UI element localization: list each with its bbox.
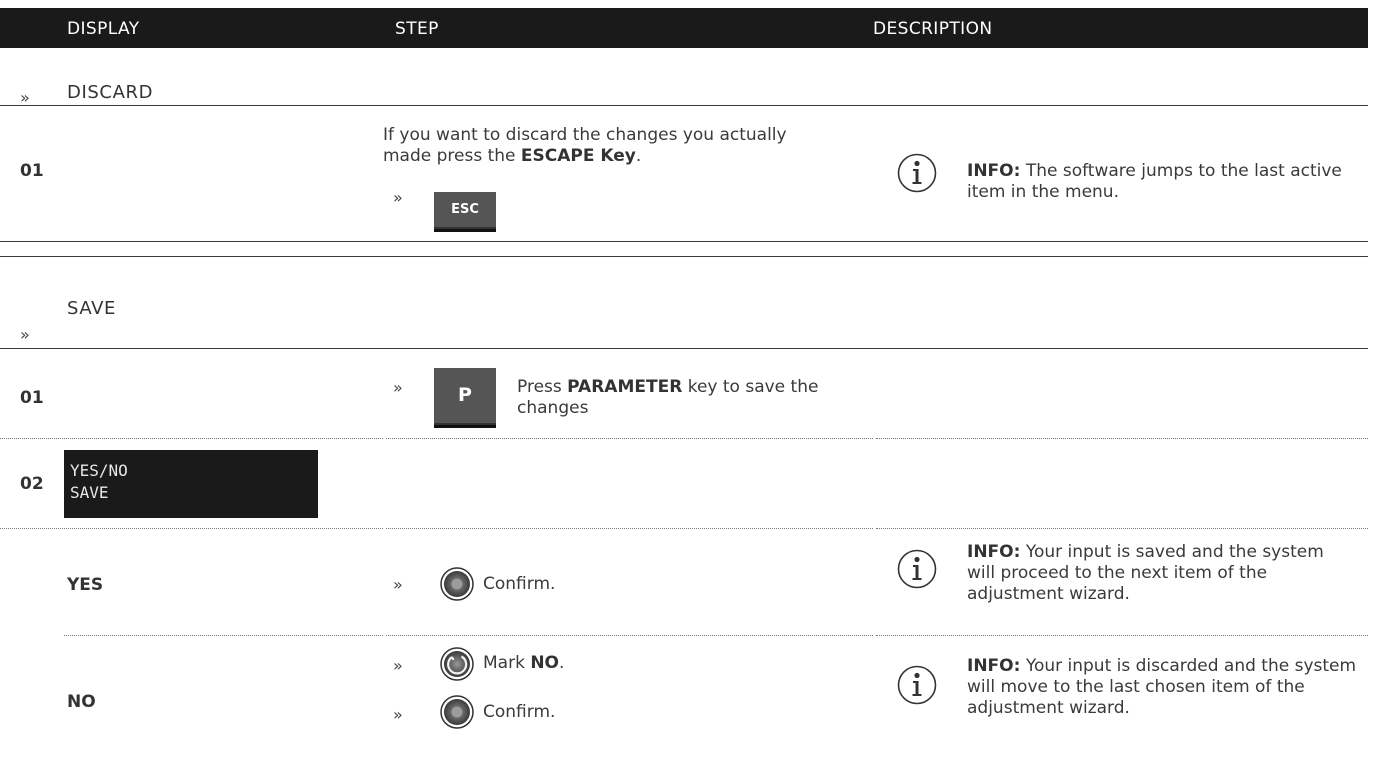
section-title-discard: DISCARD [67,82,154,103]
esc-key-icon: ESC [434,192,496,232]
divider [0,105,1368,106]
row-divider [876,528,1368,529]
lcd-line: YES/NO [70,461,128,480]
info-icon [897,665,937,705]
row-divider [0,438,383,439]
divider [0,256,1368,257]
lcd-display: YES/NO SAVE [64,450,318,518]
step-text: Press PARAMETER key to save the changes [517,377,819,418]
step-text: Mark NO. [483,653,565,673]
table-header: DISPLAY STEP DESCRIPTION [0,8,1368,48]
info-icon [897,549,937,589]
row-divider [64,635,383,636]
lcd-line: SAVE [70,483,109,502]
confirm-knob-icon [440,567,474,601]
header-display: DISPLAY [67,19,140,39]
rotate-knob-icon [440,647,474,681]
p-key-icon: P [434,368,496,428]
option-no-label: NO [67,692,96,712]
header-step: STEP [395,19,439,39]
divider [0,348,1368,349]
row-divider [876,635,1368,636]
step-text: If you want to discard the changes you a… [383,125,787,166]
row-divider [0,528,383,529]
step-text: Confirm. [483,574,556,594]
info-text: INFO: Your input is discarded and the sy… [967,656,1357,718]
step-bullet: » [393,705,403,724]
info-text: INFO: Your input is saved and the system… [967,542,1324,604]
row-divider [386,438,873,439]
row-number: 01 [20,388,44,408]
step-bullet: » [393,656,403,675]
divider [0,241,1368,242]
step-bullet: » [393,378,403,397]
info-icon [897,153,937,193]
section-title-save: SAVE [67,298,117,319]
option-yes-label: YES [67,575,104,595]
header-description: DESCRIPTION [873,19,993,39]
section-bullet: » [20,325,30,344]
row-number: 02 [20,474,44,494]
step-bullet: » [393,575,403,594]
step-text: Confirm. [483,702,556,722]
confirm-knob-icon [440,695,474,729]
row-divider [876,438,1368,439]
info-text: INFO: The software jumps to the last act… [967,161,1342,202]
step-bullet: » [393,188,403,207]
row-divider [386,635,873,636]
row-divider [386,528,873,529]
row-number: 01 [20,161,44,181]
